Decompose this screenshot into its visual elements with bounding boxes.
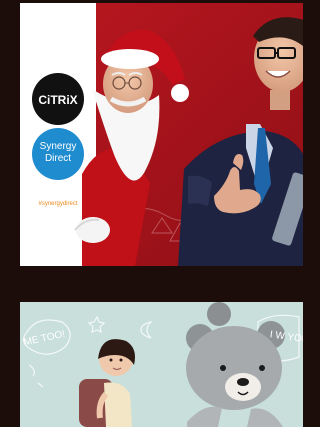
- hashtag-text: #synergydirect: [38, 201, 77, 207]
- gallery-page: CiTRiX Synergy Direct #synergydirect ME …: [0, 0, 303, 427]
- plush-bear-illustration: ME TOO! I W YOU: [20, 302, 303, 427]
- citrix-christmas-promo-card[interactable]: CiTRiX Synergy Direct #synergydirect: [20, 3, 303, 266]
- citrix-logo-text: CiTRiX: [38, 93, 77, 107]
- christmas-promo-illustration: CiTRiX Synergy Direct #synergydirect: [20, 3, 303, 266]
- synergy-badge-line1: Synergy: [40, 141, 77, 152]
- synergy-badge-line2: Direct: [45, 153, 71, 164]
- plush-bear-promo-card[interactable]: ME TOO! I W YOU: [20, 302, 303, 427]
